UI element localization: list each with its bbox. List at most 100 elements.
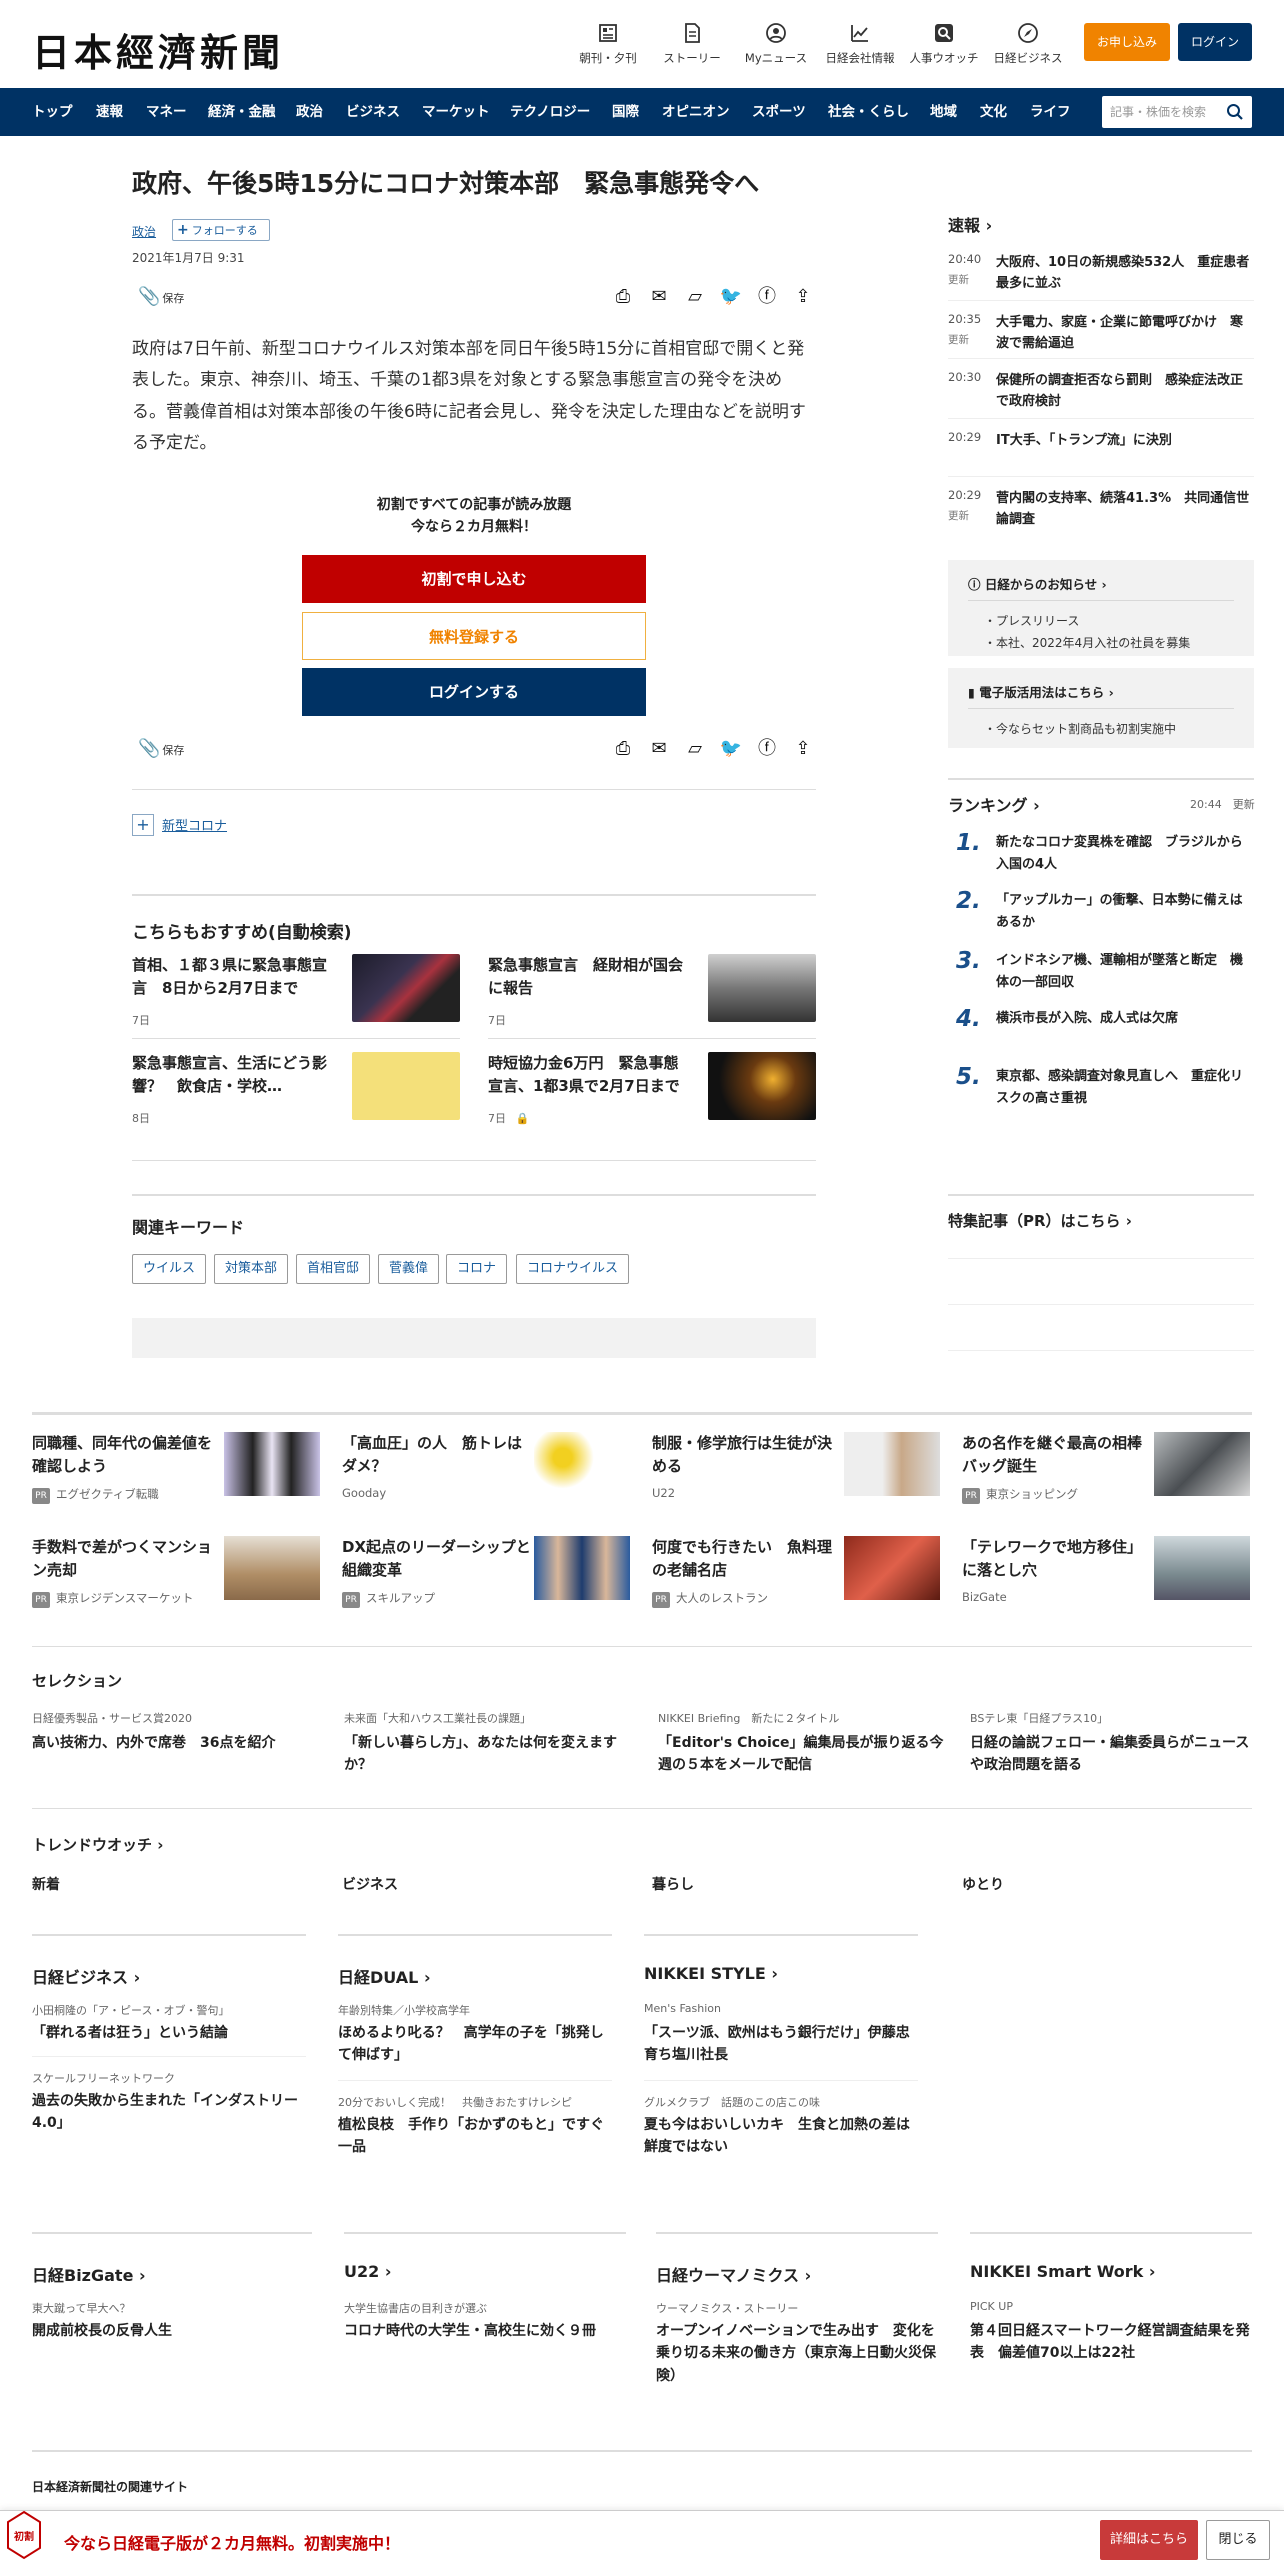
facebook-icon[interactable]: ⓕ xyxy=(754,284,780,310)
keyword-tag[interactable]: ウイルス xyxy=(132,1254,207,1284)
keyword-tag[interactable]: 首相官邸 xyxy=(296,1254,371,1284)
nav-item[interactable]: マネー xyxy=(146,88,187,136)
block-title[interactable]: 日経ビジネス › xyxy=(32,1964,140,1988)
trend-tab[interactable]: ビジネス xyxy=(342,1874,398,1894)
ad-item[interactable]: DX起点のリーダーシップと組織変革 PR スキルアップ xyxy=(342,1536,630,1616)
nav-item[interactable]: 経済・金融 xyxy=(208,88,276,136)
twitter-icon[interactable]: 🐦 xyxy=(718,284,744,310)
note-icon[interactable]: ▱ xyxy=(682,284,708,310)
block-title-label: NIKKEI STYLE xyxy=(644,1964,766,1983)
login-button[interactable]: ログイン xyxy=(1178,23,1252,61)
nav-item[interactable]: マーケット xyxy=(422,88,490,136)
ad-item[interactable]: 「高血圧」の人 筋トレはダメ？ Gooday xyxy=(342,1432,630,1512)
ad-source: PR 東京レジデンスマーケット xyxy=(32,1590,193,1608)
details-button[interactable]: 詳細はこちら xyxy=(1100,2520,1198,2560)
nav-item[interactable]: スポーツ xyxy=(752,88,806,136)
ad-item[interactable]: 同職種、同年代の偏差値を確認しよう PR エグゼクティブ転職 xyxy=(32,1432,320,1512)
header-link-story[interactable]: ストーリー xyxy=(650,22,734,66)
ranking-item[interactable]: 4. 横浜市長が入院、成人式は欠席 xyxy=(948,1006,1254,1038)
flash-item[interactable]: 20:40 更新 大阪府、10日の新規感染532人 重症患者最多に並ぶ xyxy=(948,252,1254,302)
recommend-item[interactable]: 首相、１都３県に緊急事態宣言 8日から2月7日まで 7日 xyxy=(132,954,460,1038)
nav-item[interactable]: 国際 xyxy=(612,88,639,136)
ranking-item[interactable]: 3. インドネシア機、運輸相が墜落と断定 機体の一部回収 xyxy=(948,948,1254,1004)
header-link-paper[interactable]: 朝刊・夕刊 xyxy=(566,22,650,66)
print-icon[interactable]: ⎙ xyxy=(610,284,636,310)
nav-item[interactable]: トップ xyxy=(32,88,73,136)
save-button[interactable]: 📎 保存 xyxy=(138,738,186,759)
close-button[interactable]: 閉じる xyxy=(1206,2520,1270,2560)
ad-item[interactable]: 「テレワークで地方移住」に落とし穴 BizGate xyxy=(962,1536,1250,1616)
ranking-item[interactable]: 2. 「アップルカー」の衝撃、日本勢に備えはあるか xyxy=(948,888,1254,944)
category-link[interactable]: 政治 xyxy=(132,223,156,240)
flash-item[interactable]: 20:35 更新 大手電力、家庭・企業に節電呼びかけ 寒波で需給逼迫 xyxy=(948,312,1254,362)
guide-title[interactable]: ▮ 電子版活用法はこちら › xyxy=(968,682,1114,701)
flash-item[interactable]: 20:29 更新 菅内閣の支持率、続落41.3% 共同通信世論調査 xyxy=(948,488,1254,538)
save-button[interactable]: 📎 保存 xyxy=(138,286,186,307)
recommend-item[interactable]: 時短協力金6万円 緊急事態宣言、1都3県で2月7日まで 7日 🔒 xyxy=(488,1052,816,1136)
notice-item[interactable]: ・本社、2022年4月入社の社員を募集 xyxy=(984,634,1190,651)
article-login-button[interactable]: ログインする xyxy=(302,668,646,716)
print-icon[interactable]: ⎙ xyxy=(610,736,636,762)
flash-news-title[interactable]: 速報 › xyxy=(948,212,992,236)
nav-item[interactable]: 文化 xyxy=(980,88,1007,136)
ad-item[interactable]: 何度でも行きたい 魚料理の老舗名店 PR 大人のレストラン xyxy=(652,1536,940,1616)
block-title[interactable]: NIKKEI STYLE › xyxy=(644,1964,778,1983)
ranking-item[interactable]: 5. 東京都、感染調査対象見直しへ 重症化リスクの高さ重視 xyxy=(948,1064,1254,1120)
header-link-jinji[interactable]: 人事ウオッチ xyxy=(902,22,986,66)
keyword-tag[interactable]: 対策本部 xyxy=(214,1254,289,1284)
keyword-tag[interactable]: 菅義偉 xyxy=(378,1254,440,1284)
nav-item[interactable]: オピニオン xyxy=(662,88,730,136)
trend-tab[interactable]: 暮らし xyxy=(652,1874,694,1894)
keyword-tag[interactable]: コロナ xyxy=(446,1254,508,1284)
ad-item[interactable]: 制服・修学旅行は生徒が決める U22 xyxy=(652,1432,940,1512)
block-title[interactable]: 日経DUAL › xyxy=(338,1964,431,1988)
search-input[interactable]: 記事・株価を検索 xyxy=(1102,96,1252,128)
nav-item[interactable]: 地域 xyxy=(930,88,957,136)
guide-item[interactable]: ・今ならセット割商品も初割実施中 xyxy=(984,720,1176,737)
signup-button[interactable]: 初割で申し込む xyxy=(302,555,646,603)
header-link-business[interactable]: 日経ビジネス xyxy=(986,22,1070,66)
block-title[interactable]: 日経ウーマノミクス › xyxy=(656,2262,811,2286)
topic-follow[interactable]: + 新型コロナ xyxy=(132,814,227,836)
ranking-title[interactable]: ランキング › xyxy=(948,792,1040,816)
recommend-item[interactable]: 緊急事態宣言 経財相が国会に報告 7日 xyxy=(488,954,816,1038)
follow-button[interactable]: + フォローする xyxy=(172,219,270,241)
ranking-item[interactable]: 1. 新たなコロナ変異株を確認 ブラジルから入国の4人 xyxy=(948,830,1254,886)
ad-item[interactable]: 手数料で差がつくマンション売却 PR 東京レジデンスマーケット xyxy=(32,1536,320,1616)
free-register-button[interactable]: 無料登録する xyxy=(302,612,646,660)
nav-item[interactable]: 社会・くらし xyxy=(828,88,909,136)
nikkei-logo[interactable]: 日本經濟新聞 xyxy=(32,22,284,77)
nav-item[interactable]: ビジネス xyxy=(346,88,400,136)
block-title[interactable]: U22 › xyxy=(344,2262,391,2281)
block-title[interactable]: NIKKEI Smart Work › xyxy=(970,2262,1155,2281)
twitter-icon[interactable]: 🐦 xyxy=(718,736,744,762)
search-icon[interactable] xyxy=(1226,103,1244,121)
share-icon[interactable]: ⇪ xyxy=(790,736,816,762)
recommend-item[interactable]: 緊急事態宣言、生活にどう影響？ 飲食店・学校… 8日 xyxy=(132,1052,460,1136)
notice-title[interactable]: ⓘ 日経からのお知らせ › xyxy=(968,574,1107,593)
trend-tab[interactable]: ゆとり xyxy=(962,1874,1004,1894)
note-icon[interactable]: ▱ xyxy=(682,736,708,762)
header-link-company[interactable]: 日経会社情報 xyxy=(818,22,902,66)
keyword-tag[interactable]: コロナウイルス xyxy=(516,1254,630,1284)
notice-item[interactable]: ・プレスリリース xyxy=(984,612,1079,629)
header-link-mynews[interactable]: Myニュース xyxy=(734,22,818,66)
pr-link[interactable]: 特集記事（PR）はこちら › xyxy=(948,1210,1132,1231)
ranking-updated: 20:44 更新 xyxy=(1190,798,1255,811)
nav-item[interactable]: ライフ xyxy=(1030,88,1071,136)
trend-title[interactable]: トレンドウオッチ › xyxy=(32,1834,163,1855)
follow-label: フォローする xyxy=(191,224,258,237)
facebook-icon[interactable]: ⓕ xyxy=(754,736,780,762)
mail-icon[interactable]: ✉ xyxy=(646,284,672,310)
nav-item[interactable]: 政治 xyxy=(296,88,323,136)
nav-item[interactable]: 速報 xyxy=(96,88,123,136)
ad-item[interactable]: あの名作を継ぐ最高の相棒バッグ誕生 PR 東京ショッピング xyxy=(962,1432,1250,1512)
trend-tab[interactable]: 新着 xyxy=(32,1874,60,1894)
flash-item[interactable]: 20:30 保健所の調査拒否なら罰則 感染症法改正で政府検討 xyxy=(948,370,1254,420)
apply-button[interactable]: お申し込み xyxy=(1084,23,1170,61)
flash-item[interactable]: 20:29 IT大手、「トランプ流」に決別 xyxy=(948,430,1254,480)
mail-icon[interactable]: ✉ xyxy=(646,736,672,762)
nav-item[interactable]: テクノロジー xyxy=(510,88,590,136)
share-icon[interactable]: ⇪ xyxy=(790,284,816,310)
block-title[interactable]: 日経BizGate › xyxy=(32,2262,146,2286)
